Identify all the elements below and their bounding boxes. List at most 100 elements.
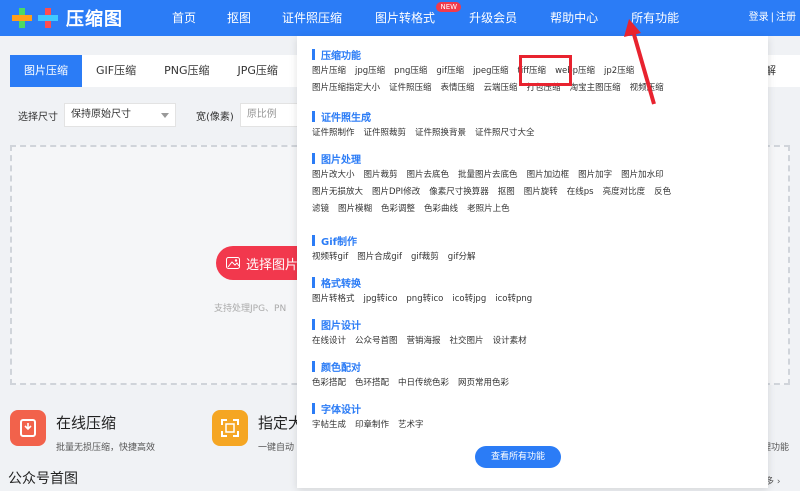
menu-item[interactable]: 印章制作	[355, 417, 389, 434]
register-link[interactable]: 注册	[776, 0, 796, 36]
compress-icon	[10, 410, 46, 446]
menu-item[interactable]: 色彩调整	[381, 201, 415, 218]
nav-image-convert[interactable]: 图片转格式 NEW	[375, 0, 462, 36]
menu-item[interactable]: 图片DPI修改	[372, 184, 420, 201]
menu-item[interactable]: 色彩曲线	[424, 201, 458, 218]
menu-section-label: 证件照生成	[321, 112, 371, 124]
menu-item[interactable]: 证件照制作	[312, 125, 355, 142]
size-select[interactable]: 保持原始尺寸	[64, 103, 176, 127]
menu-item[interactable]: 证件照尺寸大全	[475, 125, 535, 142]
menu-section-title: 颜色配对	[312, 359, 697, 374]
menu-section-label: Gif制作	[321, 236, 357, 248]
menu-section-label: 图片设计	[321, 320, 361, 332]
menu-item[interactable]: gif裁剪	[411, 249, 439, 266]
menu-section-title: 图片处理	[312, 151, 697, 166]
menu-item[interactable]: 图片旋转	[524, 184, 558, 201]
menu-item[interactable]: 中日传统色彩	[398, 375, 449, 392]
menu-item[interactable]: 滤镜	[312, 201, 329, 218]
menu-item[interactable]: jpg转ico	[364, 291, 398, 308]
menu-item[interactable]: 表情压缩	[441, 80, 475, 97]
menu-item[interactable]: gif分解	[448, 249, 476, 266]
menu-item[interactable]: 视频转gif	[312, 249, 348, 266]
tab-jpg-compress[interactable]: JPG压缩	[224, 55, 292, 87]
menu-section-title: 图片设计	[312, 317, 697, 332]
menu-item[interactable]: 云端压缩	[484, 80, 518, 97]
menu-item[interactable]: 亮度对比度	[603, 184, 646, 201]
menu-item[interactable]: 公众号首图	[355, 333, 398, 350]
nav-id-photo-compress[interactable]: 证件照压缩	[282, 0, 342, 36]
menu-links: 图片改大小 图片裁剪 图片去底色 批量图片去底色 图片加边框 图片加字 图片加水印图片无损放…	[312, 167, 697, 218]
menu-item[interactable]: png转ico	[406, 291, 443, 308]
menu-links: 图片转格式 jpg转ico png转ico ico转jpg ico转png	[312, 291, 697, 308]
tab-png-compress[interactable]: PNG压缩	[150, 55, 223, 87]
nav-upgrade-vip[interactable]: 升级会员	[469, 0, 517, 36]
menu-item[interactable]: 图片压缩	[312, 63, 346, 80]
menu-item[interactable]: 色环搭配	[355, 375, 389, 392]
feature-card-online-compress[interactable]	[10, 410, 46, 446]
menu-item[interactable]: 像素尺寸换算器	[429, 184, 489, 201]
ratio-input[interactable]: 原比例	[239, 103, 304, 127]
tab-image-compress[interactable]: 图片压缩	[10, 55, 82, 87]
menu-item[interactable]: 色彩搭配	[312, 375, 346, 392]
menu-item[interactable]: 在线设计	[312, 333, 346, 350]
feature-title-online-compress: 在线压缩	[56, 414, 117, 432]
menu-item[interactable]: 批量图片去底色	[458, 167, 518, 184]
menu-item[interactable]: png压缩	[394, 63, 427, 80]
menu-item[interactable]: 在线ps	[567, 184, 594, 201]
top-header: 压缩图 首页 抠图 证件照压缩 图片转格式 NEW 升级会员 帮助中心 所有功能…	[0, 0, 800, 36]
nav-all-features[interactable]: 所有功能	[631, 0, 679, 36]
menu-item[interactable]: 图片压缩指定大小	[312, 80, 380, 97]
menu-section-label: 格式转换	[321, 278, 361, 290]
menu-item[interactable]: 图片去底色	[407, 167, 450, 184]
chevron-down-icon	[161, 113, 169, 118]
menu-section-label: 字体设计	[321, 404, 361, 416]
menu-item[interactable]: 图片模糊	[338, 201, 372, 218]
logo-mark-icon	[10, 5, 62, 31]
menu-section-label: 压缩功能	[321, 50, 361, 62]
nav-home[interactable]: 首页	[172, 0, 196, 36]
nav-cutout[interactable]: 抠图	[227, 0, 251, 36]
menu-item[interactable]: 图片无损放大	[312, 184, 363, 201]
login-link[interactable]: 登录	[749, 0, 769, 36]
menu-item[interactable]: 老照片上色	[467, 201, 510, 218]
resize-icon	[212, 410, 248, 446]
menu-item[interactable]: 反色	[654, 184, 671, 201]
menu-item[interactable]: 网页常用色彩	[458, 375, 509, 392]
feature-card-specified-size[interactable]	[212, 410, 248, 446]
menu-section-title: 证件照生成	[312, 109, 697, 124]
menu-item[interactable]: ico转jpg	[452, 291, 486, 308]
menu-item[interactable]: 字帖生成	[312, 417, 346, 434]
menu-item[interactable]: 营销海报	[407, 333, 441, 350]
width-label: 宽(像素)	[196, 111, 234, 123]
menu-item[interactable]: 淘宝主图压缩	[570, 80, 621, 97]
menu-item[interactable]: jpeg压缩	[473, 63, 508, 80]
menu-item[interactable]: 图片加水印	[621, 167, 664, 184]
view-all-features-button[interactable]: 查看所有功能	[475, 446, 561, 468]
menu-item[interactable]: jpg压缩	[355, 63, 385, 80]
menu-item[interactable]: 图片裁剪	[364, 167, 398, 184]
annotation-highlight-box	[519, 55, 572, 86]
menu-item[interactable]: ico转png	[495, 291, 532, 308]
menu-item[interactable]: gif压缩	[436, 63, 464, 80]
menu-item[interactable]: 图片加边框	[527, 167, 570, 184]
menu-item[interactable]: jp2压缩	[604, 63, 634, 80]
menu-links: 字帖生成 印章制作 艺术字	[312, 417, 697, 434]
menu-item[interactable]: 证件照压缩	[389, 80, 432, 97]
menu-item[interactable]: 视频压缩	[630, 80, 664, 97]
tab-gif-compress[interactable]: GIF压缩	[82, 55, 150, 87]
site-logo[interactable]: 压缩图	[10, 4, 123, 32]
menu-item[interactable]: 证件照换背景	[415, 125, 466, 142]
menu-item[interactable]: 社交图片	[450, 333, 484, 350]
menu-item[interactable]: 图片加字	[578, 167, 612, 184]
nav-help-center[interactable]: 帮助中心	[550, 0, 598, 36]
menu-section: 字体设计 字帖生成 印章制作 艺术字	[312, 401, 697, 434]
menu-item[interactable]: 艺术字	[398, 417, 424, 434]
menu-item[interactable]: 抠图	[498, 184, 515, 201]
menu-item[interactable]: 图片改大小	[312, 167, 355, 184]
menu-item[interactable]: 证件照裁剪	[364, 125, 407, 142]
menu-item[interactable]: 设计素材	[493, 333, 527, 350]
menu-item[interactable]: 图片合成gif	[357, 249, 402, 266]
menu-links: 色彩搭配 色环搭配 中日传统色彩 网页常用色彩	[312, 375, 697, 392]
feature-desc-online-compress: 批量无损压缩，快捷高效	[56, 443, 156, 453]
menu-item[interactable]: 图片转格式	[312, 291, 355, 308]
